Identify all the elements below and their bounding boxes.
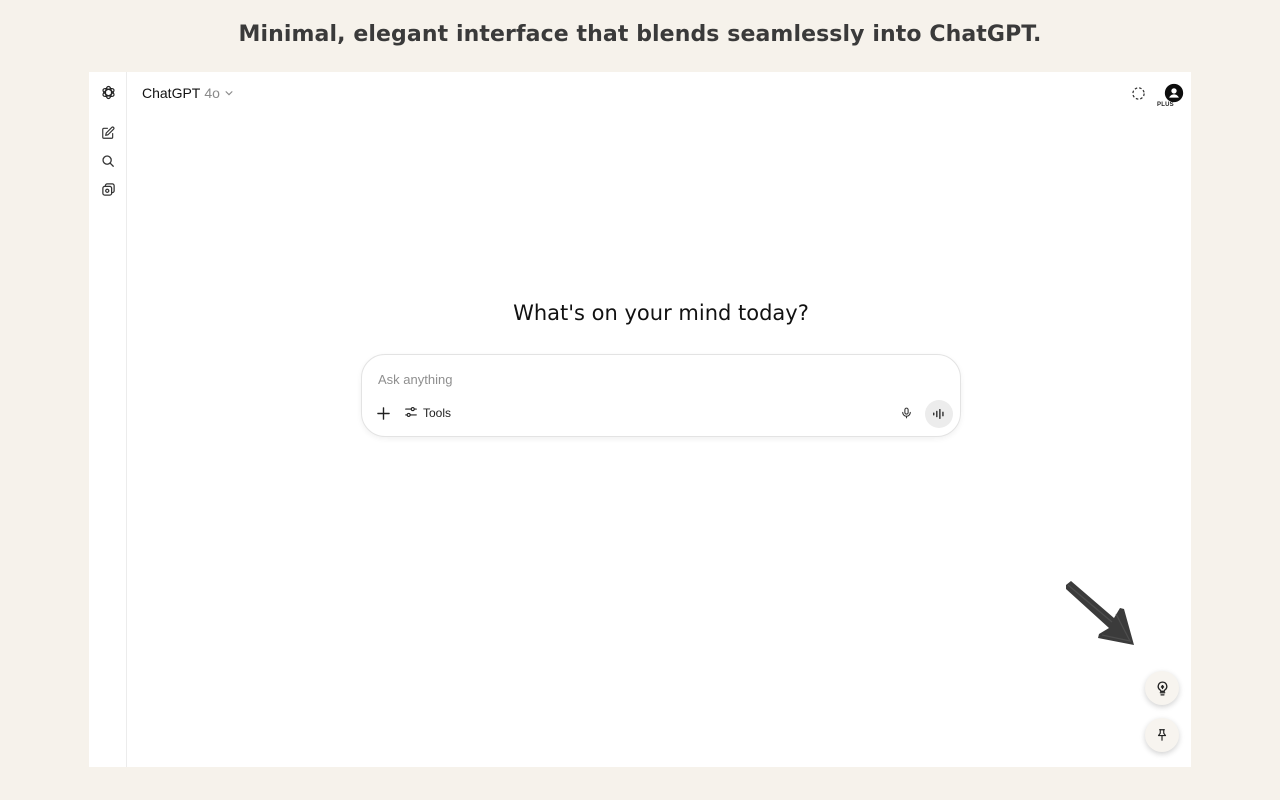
user-avatar-icon[interactable] bbox=[1163, 82, 1185, 104]
new-chat-icon[interactable] bbox=[98, 123, 118, 143]
prompt-composer: Tools bbox=[361, 354, 961, 437]
tools-button[interactable]: Tools bbox=[404, 403, 451, 423]
voice-mode-icon[interactable] bbox=[925, 400, 953, 428]
temporary-chat-icon[interactable] bbox=[1127, 82, 1149, 104]
pin-icon[interactable] bbox=[1145, 718, 1179, 752]
search-icon[interactable] bbox=[98, 151, 118, 171]
model-name: ChatGPT bbox=[142, 85, 201, 101]
tools-label: Tools bbox=[423, 406, 452, 420]
lightbulb-icon[interactable] bbox=[1145, 671, 1179, 705]
chevron-down-icon bbox=[224, 85, 234, 101]
greeting-heading: What's on your mind today? bbox=[513, 301, 809, 325]
prompt-input[interactable] bbox=[378, 369, 918, 389]
model-version: 4o bbox=[204, 85, 220, 101]
plan-badge: PLUS bbox=[1157, 102, 1174, 108]
page-headline: Minimal, elegant interface that blends s… bbox=[238, 22, 1042, 47]
chatgpt-window: ChatGPT 4o PLUS What's on your mind toda… bbox=[89, 72, 1191, 767]
model-selector[interactable]: ChatGPT 4o bbox=[142, 83, 234, 103]
openai-logo-icon[interactable] bbox=[98, 82, 118, 102]
hand-drawn-arrow-icon bbox=[1066, 581, 1134, 645]
microphone-icon[interactable] bbox=[896, 403, 916, 423]
sidebar-rail bbox=[89, 72, 127, 767]
plus-icon[interactable] bbox=[373, 403, 393, 423]
library-icon[interactable] bbox=[98, 179, 118, 199]
sliders-icon bbox=[404, 405, 418, 422]
